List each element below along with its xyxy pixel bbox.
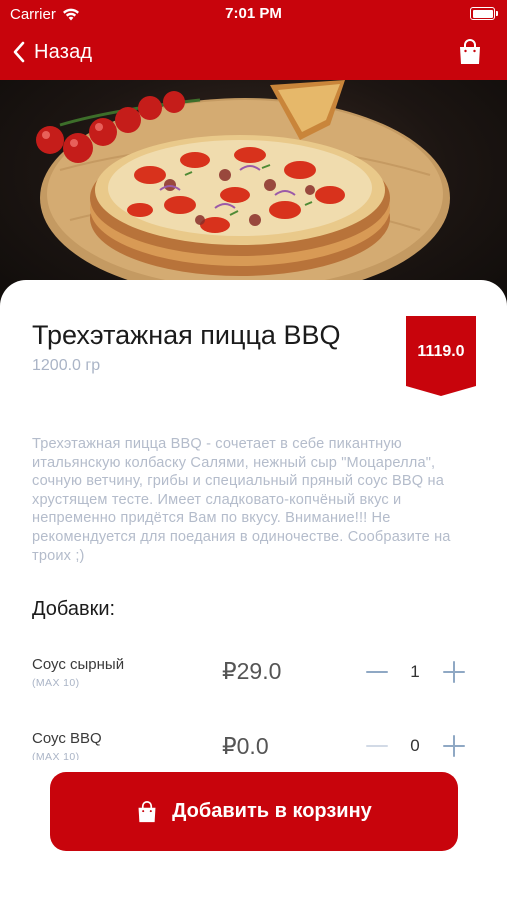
- addon-quantity: 1: [410, 662, 420, 681]
- status-time: 7:01 PM: [225, 5, 282, 22]
- increase-button[interactable]: [442, 660, 466, 684]
- decrease-button[interactable]: [364, 734, 390, 758]
- add-to-cart-button[interactable]: Добавить в корзину: [50, 772, 458, 851]
- add-to-cart-label: Добавить в корзину: [172, 800, 372, 822]
- product-image: [0, 80, 507, 310]
- cart-button[interactable]: [457, 38, 483, 66]
- product-title: Трехэтажная пицца BBQ: [32, 320, 341, 350]
- status-bar: Carrier 7:01 PM: [0, 0, 507, 28]
- product-price: 1119.0: [417, 343, 465, 360]
- shopping-bag-icon: [460, 39, 480, 64]
- addons-title: Добавки:: [32, 598, 116, 620]
- addon-max: (MAX 10): [32, 677, 80, 689]
- increase-button[interactable]: [442, 734, 466, 758]
- back-label: Назад: [34, 40, 93, 63]
- back-chevron-icon: [13, 41, 25, 63]
- price-tag: 1119.0: [406, 316, 476, 396]
- addon-name: Соус сырный: [32, 656, 125, 673]
- back-button[interactable]: Назад: [12, 37, 92, 67]
- pizza-photo: [36, 80, 450, 298]
- product-description: Трехэтажная пицца BBQ - сочетает в себе …: [32, 436, 451, 564]
- battery-icon: [470, 7, 498, 20]
- addon-price: ₽0.0: [222, 733, 269, 759]
- decrease-button[interactable]: [364, 660, 390, 684]
- nav-bar: Назад: [0, 28, 507, 80]
- product-weight: 1200.0 гр: [32, 357, 101, 374]
- addon-quantity: 0: [410, 736, 420, 755]
- addon-price: ₽29.0: [222, 658, 282, 684]
- shopping-bag-icon: [138, 800, 156, 822]
- addon-name: Соус BBQ: [32, 730, 102, 747]
